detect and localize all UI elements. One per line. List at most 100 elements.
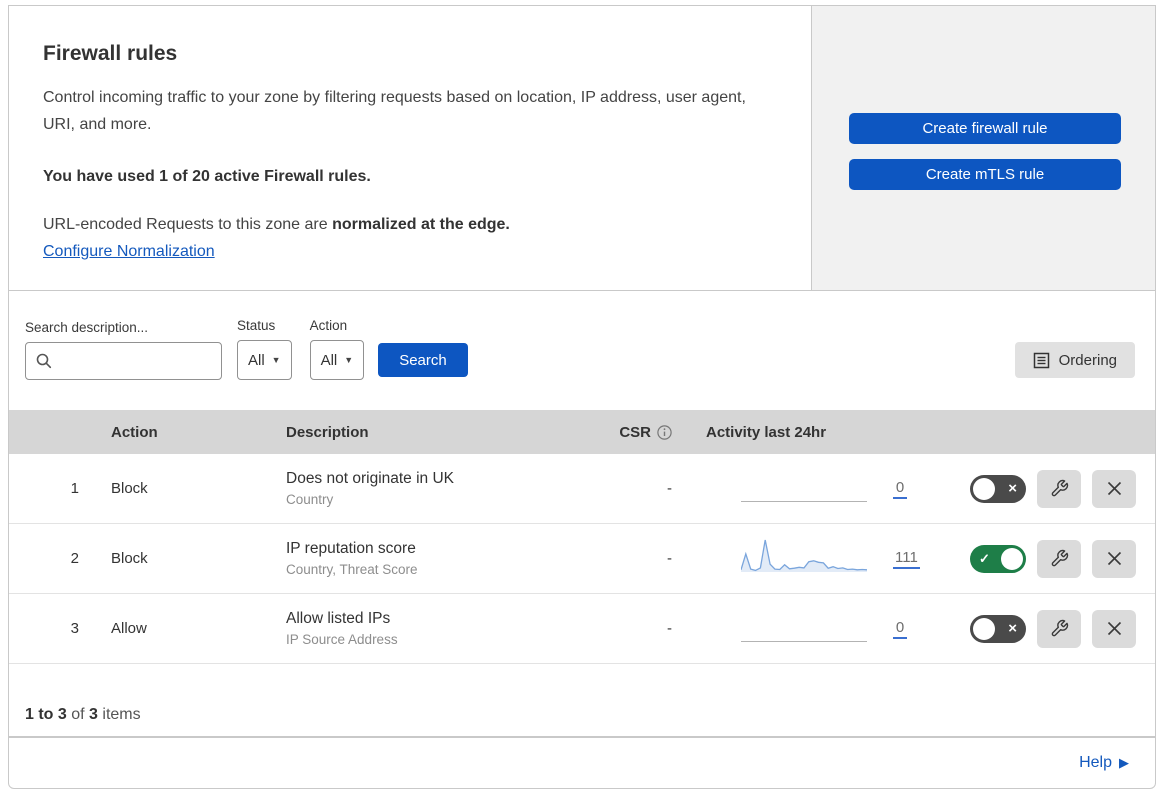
delete-rule-button[interactable]: [1092, 609, 1136, 648]
chevron-down-icon: ▼: [271, 355, 281, 365]
toggle-knob: [973, 617, 995, 640]
pagination-range: 1 to 3: [25, 706, 67, 723]
create-firewall-rule-button[interactable]: Create firewall rule: [849, 113, 1121, 144]
action-column-header: Action: [111, 423, 158, 441]
actions-panel: Create firewall rule Create mTLS rule: [811, 5, 1156, 291]
delete-rule-button[interactable]: [1092, 469, 1136, 508]
search-input[interactable]: [25, 342, 222, 380]
status-dropdown[interactable]: All ▼: [237, 340, 292, 380]
chevron-down-icon: ▼: [344, 355, 354, 365]
status-label: Status: [237, 318, 276, 333]
action-value: All: [320, 351, 338, 369]
toggle-check-icon: ✓: [979, 550, 990, 566]
status-filter-group: Status All ▼: [237, 318, 292, 380]
rules-list-card: Search description... Status All ▼ Actio…: [8, 290, 1156, 737]
table-row: 3 Allow Allow listed IPs IP Source Addre…: [9, 594, 1155, 664]
rule-fields: Country, Threat Score: [286, 562, 418, 577]
edit-rule-button[interactable]: [1037, 539, 1081, 578]
info-icon[interactable]: [657, 424, 672, 440]
rule-enabled-toggle[interactable]: ×: [970, 474, 1026, 503]
toggle-x-icon: ×: [1008, 619, 1017, 637]
firewall-rules-page: Firewall rules Control incoming traffic …: [0, 0, 1161, 791]
normalization-prefix: URL-encoded Requests to this zone are: [43, 216, 333, 234]
page-title: Firewall rules: [43, 42, 178, 65]
rule-csr: -: [667, 550, 672, 567]
rule-action: Block: [111, 550, 148, 567]
toggle-knob: [973, 477, 995, 500]
wrench-icon: [1050, 619, 1069, 638]
normalization-bold: normalized at the edge.: [332, 216, 510, 234]
rule-description: Allow listed IPs: [286, 610, 391, 627]
rule-fields: Country: [286, 492, 334, 507]
activity-count-link[interactable]: 0: [893, 479, 907, 499]
configure-normalization-link[interactable]: Configure Normalization: [43, 243, 215, 261]
action-label: Action: [309, 318, 348, 333]
rule-activity-cell: 0: [686, 467, 966, 511]
close-icon: [1106, 480, 1123, 497]
rule-description-cell: Does not originate in UK Country: [286, 470, 606, 507]
normalization-line: URL-encoded Requests to this zone are no…: [43, 216, 777, 234]
csr-column-header: CSR: [606, 424, 686, 441]
close-icon: [1106, 550, 1123, 567]
toggle-knob: [1001, 547, 1023, 570]
filter-bar: Search description... Status All ▼ Actio…: [9, 291, 1155, 380]
arrow-right-icon: ▶: [1119, 755, 1129, 770]
rule-controls: ×: [966, 469, 1155, 508]
status-value: All: [248, 351, 265, 369]
rule-description: Does not originate in UK: [286, 470, 455, 487]
rule-priority: 3: [70, 620, 79, 637]
rule-csr: -: [667, 480, 672, 497]
delete-rule-button[interactable]: [1092, 539, 1136, 578]
ordering-button[interactable]: Ordering: [1014, 342, 1135, 378]
page-description: Control incoming traffic to your zone by…: [43, 89, 746, 134]
pagination-total: 3: [89, 706, 98, 723]
rule-description: IP reputation score: [286, 540, 416, 557]
intro-card: Firewall rules Control incoming traffic …: [8, 5, 812, 291]
rule-controls: ✓: [966, 539, 1155, 578]
activity-count-link[interactable]: 0: [893, 619, 907, 639]
create-mtls-rule-button[interactable]: Create mTLS rule: [849, 159, 1121, 190]
help-card: Help ▶: [8, 737, 1156, 789]
action-dropdown[interactable]: All ▼: [309, 340, 365, 380]
pagination-items: items: [102, 706, 141, 723]
activity-sparkline-flat: [741, 467, 871, 511]
pagination-of: of: [71, 706, 85, 723]
rule-csr: -: [667, 620, 672, 637]
table-row: 1 Block Does not originate in UK Country…: [9, 454, 1155, 524]
close-icon: [1106, 620, 1123, 637]
toggle-x-icon: ×: [1008, 479, 1017, 497]
search-label: Search description...: [25, 320, 149, 335]
rule-fields: IP Source Address: [286, 632, 398, 647]
ordering-list-icon: [1033, 352, 1050, 369]
search-box: [25, 342, 222, 380]
rule-action: Block: [111, 480, 148, 497]
rule-description-cell: IP reputation score Country, Threat Scor…: [286, 540, 606, 577]
activity-column-header: Activity last 24hr: [706, 423, 827, 441]
help-label: Help: [1079, 754, 1112, 771]
rule-controls: ×: [966, 609, 1155, 648]
table-header-row: Action Description CSR Activity last 24h…: [9, 410, 1155, 454]
rule-enabled-toggle[interactable]: ×: [970, 614, 1026, 643]
help-link[interactable]: Help ▶: [1079, 754, 1129, 772]
action-filter-group: Action All ▼: [309, 318, 365, 380]
activity-count-link[interactable]: 111: [893, 549, 920, 569]
table-row: 2 Block IP reputation score Country, Thr…: [9, 524, 1155, 594]
description-column-header: Description: [286, 423, 369, 441]
search-button[interactable]: Search: [378, 343, 468, 377]
edit-rule-button[interactable]: [1037, 609, 1081, 648]
search-field-group: Search description...: [25, 320, 222, 380]
rule-action: Allow: [111, 620, 147, 637]
activity-sparkline-flat: [741, 607, 871, 651]
ordering-button-label: Ordering: [1058, 351, 1117, 369]
wrench-icon: [1050, 549, 1069, 568]
rule-enabled-toggle[interactable]: ✓: [970, 544, 1026, 573]
usage-summary: You have used 1 of 20 active Firewall ru…: [43, 168, 371, 186]
rule-activity-cell: 0: [686, 607, 966, 651]
rule-priority: 1: [70, 480, 79, 497]
pagination-summary: 1 to 3 of 3 items: [9, 706, 1155, 724]
rule-priority: 2: [70, 550, 79, 567]
rule-activity-cell: 111: [686, 537, 966, 581]
rules-table: Action Description CSR Activity last 24h…: [9, 410, 1155, 664]
wrench-icon: [1050, 479, 1069, 498]
edit-rule-button[interactable]: [1037, 469, 1081, 508]
